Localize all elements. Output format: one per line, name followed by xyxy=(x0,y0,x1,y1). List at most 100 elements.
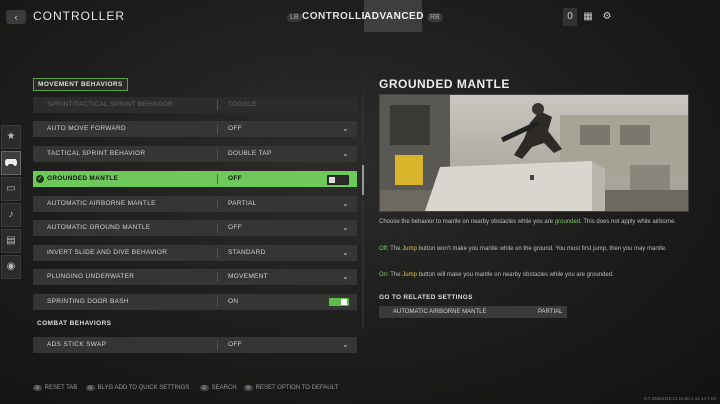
divider xyxy=(217,100,218,110)
chevron-down-icon[interactable]: ⌄ xyxy=(342,146,349,162)
footer-label: BLYG ADD TO QUICK SETTINGS xyxy=(97,385,190,391)
account-icon[interactable]: ◉ xyxy=(1,255,21,279)
button-prompt-icon: ⊙ xyxy=(244,385,253,391)
chevron-down-icon[interactable]: ⌄ xyxy=(342,269,349,285)
chevron-down-icon[interactable]: ⌄ xyxy=(342,121,349,137)
audio-icon[interactable]: ♪ xyxy=(1,203,21,227)
chevron-down-icon[interactable]: ⌄ xyxy=(342,245,349,261)
chevron-down-icon[interactable]: ⌄ xyxy=(342,196,349,212)
player-count: 0 xyxy=(567,11,573,22)
desc-text-end: . This does not apply while airborne. xyxy=(580,219,677,225)
related-setting-label: AUTOMATIC AIRBORNE MANTLE xyxy=(393,309,487,315)
setting-row-auto-move-forward[interactable]: AUTO MOVE FORWARD OFF ⌄ xyxy=(33,121,357,137)
detail-on-explanation: On: The Jump button will make you mantle… xyxy=(379,271,689,280)
tab-controller[interactable]: CONTROLLER xyxy=(302,0,376,32)
detail-description: Choose the behavior to mantle on nearby … xyxy=(379,218,689,227)
setting-value: MOVEMENT xyxy=(228,273,268,280)
display-icon[interactable]: ▤ xyxy=(1,229,21,253)
button-prompt-icon: ⊙ xyxy=(86,385,95,391)
interface-icon[interactable]: ▭ xyxy=(1,177,21,201)
back-arrow-icon[interactable]: ‹ xyxy=(6,10,26,24)
setting-label: TACTICAL SPRINT BEHAVIOR xyxy=(47,150,146,157)
detail-off-explanation: Off: The Jump button won't make you mant… xyxy=(379,245,689,254)
grid-menu-icon[interactable]: ▦ xyxy=(581,8,595,26)
controller-icon[interactable] xyxy=(1,151,21,175)
divider xyxy=(217,149,218,159)
divider xyxy=(217,223,218,233)
button-prompt-icon: ⊙ xyxy=(33,385,42,391)
desc-text: Choose the behavior to mantle on nearby … xyxy=(379,219,555,225)
off-the: The xyxy=(388,246,403,252)
footer-hints: ⊙ RESET TAB ⊙ BLYG ADD TO QUICK SETTINGS ⊙… xyxy=(0,380,720,400)
on-jump-highlight: Jump xyxy=(402,272,417,278)
on-the: The xyxy=(388,272,403,278)
setting-value: OFF xyxy=(228,175,242,182)
divider xyxy=(217,272,218,282)
footer-search[interactable]: ⊙ SEARCH xyxy=(200,385,237,391)
footer-add-quick-settings[interactable]: ⊙ BLYG ADD TO QUICK SETTINGS xyxy=(86,385,189,391)
divider xyxy=(217,199,218,209)
button-prompt-icon: ⊙ xyxy=(200,385,209,391)
setting-row-automatic-ground-mantle[interactable]: AUTOMATIC GROUND MANTLE OFF ⌄ xyxy=(33,220,357,236)
divider xyxy=(217,124,218,134)
setting-value: DOUBLE TAP xyxy=(228,150,272,157)
on-label: On: xyxy=(379,272,389,278)
grounded-mantle-preview-image xyxy=(379,94,689,212)
setting-label: SPRINTING DOOR BASH xyxy=(47,298,129,305)
setting-label: PLUNGING UNDERWATER xyxy=(47,273,135,280)
setting-row-invert-slide-and-dive[interactable]: INVERT SLIDE AND DIVE BEHAVIOR STANDARD … xyxy=(33,245,357,261)
setting-label: ADS STICK SWAP xyxy=(47,341,107,348)
grounded-mantle-toggle[interactable] xyxy=(327,175,349,185)
page-title: CONTROLLER xyxy=(33,9,126,23)
rb-button-hint: RB xyxy=(427,13,443,22)
off-text: button won't make you mantle while on th… xyxy=(416,246,667,252)
setting-label: AUTOMATIC GROUND MANTLE xyxy=(47,224,151,231)
desc-highlight: grounded xyxy=(554,219,581,225)
setting-row-tactical-sprint-behavior[interactable]: TACTICAL SPRINT BEHAVIOR DOUBLE TAP ⌄ xyxy=(33,146,357,162)
off-jump-highlight: Jump xyxy=(402,246,417,252)
section-combat-behaviors: COMBAT BEHAVIORS xyxy=(37,320,112,327)
setting-label: AUTOMATIC AIRBORNE MANTLE xyxy=(47,200,156,207)
footer-label: RESET TAB xyxy=(44,385,78,391)
setting-value: TOGGLE xyxy=(228,101,257,108)
info-dot-icon: ✓ xyxy=(36,175,44,183)
star-icon[interactable]: ★ xyxy=(1,125,21,149)
tab-advanced[interactable]: ADVANCED xyxy=(364,0,423,32)
setting-row-plunging-underwater[interactable]: PLUNGING UNDERWATER MOVEMENT ⌄ xyxy=(33,269,357,285)
setting-row-grounded-mantle[interactable]: ✓ GROUNDED MANTLE OFF xyxy=(33,171,357,187)
build-info: 9.7.15684110.11.16.50.1.14.14.7.03 xyxy=(644,396,716,401)
setting-value: OFF xyxy=(228,224,242,231)
footer-label: SEARCH xyxy=(211,385,237,391)
setting-value: STANDARD xyxy=(228,249,266,256)
setting-row-sprinting-door-bash[interactable]: SPRINTING DOOR BASH ON xyxy=(33,294,357,310)
player-count-icon[interactable]: 0 xyxy=(563,8,577,26)
gear-icon[interactable]: ⚙ xyxy=(600,8,614,26)
setting-label: SPRINT/TACTICAL SPRINT BEHAVIOR xyxy=(47,101,174,108)
off-label: Off: xyxy=(379,246,389,252)
divider xyxy=(217,174,218,184)
lb-button-hint: LB xyxy=(287,13,302,22)
divider xyxy=(217,297,218,307)
setting-label: AUTO MOVE FORWARD xyxy=(47,125,127,132)
setting-value: OFF xyxy=(228,125,242,132)
setting-row-automatic-airborne-mantle[interactable]: AUTOMATIC AIRBORNE MANTLE PARTIAL ⌄ xyxy=(33,196,357,212)
related-setting-value: PARTIAL xyxy=(538,309,563,315)
footer-reset-tab[interactable]: ⊙ RESET TAB xyxy=(33,385,77,391)
footer-label: RESET OPTION TO DEFAULT xyxy=(255,385,339,391)
scrollbar-track[interactable] xyxy=(362,92,364,328)
scrollbar-thumb[interactable] xyxy=(362,165,364,195)
setting-value: OFF xyxy=(228,341,242,348)
related-settings-title: GO TO RELATED SETTINGS xyxy=(379,294,473,301)
section-movement-behaviors: MOVEMENT BEHAVIORS xyxy=(33,78,128,91)
chevron-down-icon[interactable]: ⌄ xyxy=(342,337,349,353)
on-text: button will make you mantle on nearby ob… xyxy=(416,272,614,278)
sprinting-door-bash-toggle[interactable] xyxy=(329,298,349,306)
detail-title: GROUNDED MANTLE xyxy=(379,77,510,91)
related-setting-automatic-airborne-mantle[interactable]: AUTOMATIC AIRBORNE MANTLE PARTIAL xyxy=(379,306,567,318)
setting-value: PARTIAL xyxy=(228,200,257,207)
chevron-down-icon[interactable]: ⌄ xyxy=(342,220,349,236)
footer-reset-option[interactable]: ⊙ RESET OPTION TO DEFAULT xyxy=(244,385,338,391)
setting-label: GROUNDED MANTLE xyxy=(47,175,119,182)
divider xyxy=(217,340,218,350)
setting-row-ads-stick-swap[interactable]: ADS STICK SWAP OFF ⌄ xyxy=(33,337,357,353)
